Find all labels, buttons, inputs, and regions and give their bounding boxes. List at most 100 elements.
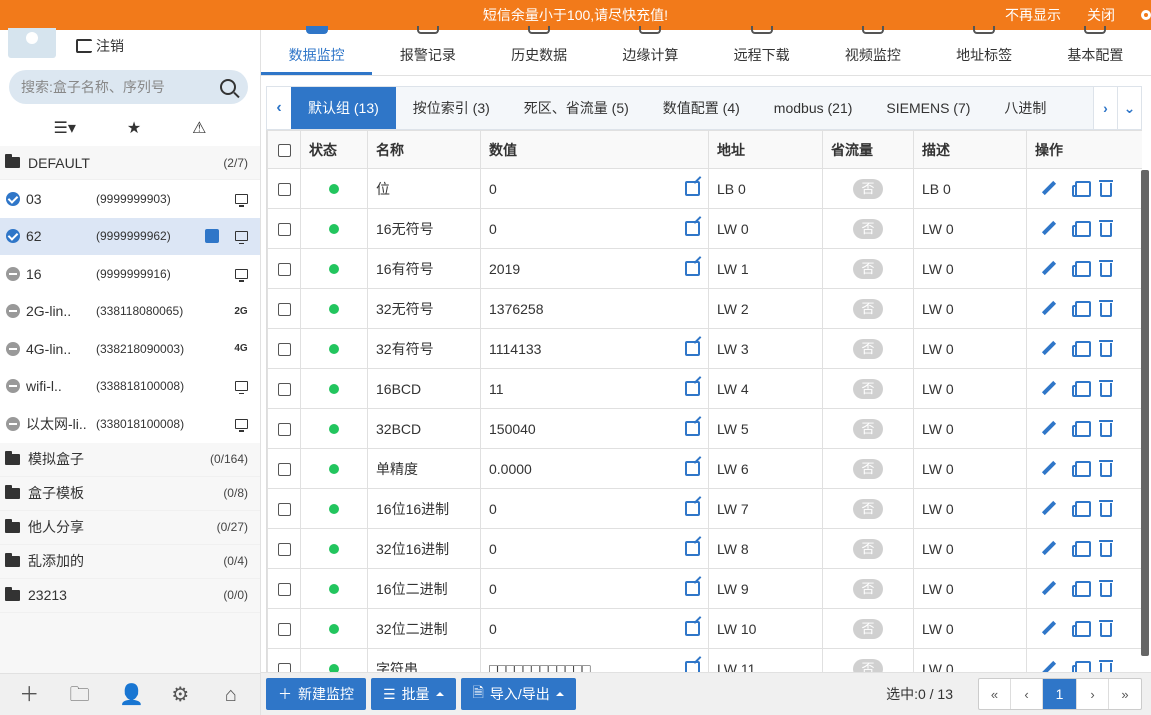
device-item[interactable]: 2G-lin.. (338118080065) 2G: [0, 292, 260, 330]
table-row[interactable]: 16无符号 0 LW 0 否 LW 0: [267, 208, 1142, 249]
edit-value-icon[interactable]: [685, 341, 700, 356]
group-item[interactable]: 模拟盒子 (0/164): [0, 442, 260, 477]
copy-icon[interactable]: [1072, 260, 1091, 277]
copy-icon[interactable]: [1072, 300, 1091, 317]
edit-value-icon[interactable]: [685, 621, 700, 636]
avatar[interactable]: [8, 28, 56, 58]
table-row[interactable]: 16位二进制 0 LW 9 否 LW 0: [267, 568, 1142, 609]
edit-value-icon[interactable]: [685, 581, 700, 596]
add-icon[interactable]: ＋: [18, 684, 40, 706]
new-monitor-button[interactable]: ＋ 新建监控: [266, 678, 366, 710]
edit-icon[interactable]: [1041, 501, 1056, 516]
row-checkbox[interactable]: [277, 503, 291, 517]
tab-scroll-right-icon[interactable]: ›: [1093, 87, 1117, 129]
star-filter-icon[interactable]: ★: [127, 118, 141, 138]
delete-icon[interactable]: [1099, 460, 1113, 477]
delete-icon[interactable]: [1099, 580, 1113, 597]
row-checkbox[interactable]: [277, 543, 291, 557]
delete-icon[interactable]: [1099, 340, 1113, 357]
edit-icon[interactable]: [1041, 581, 1056, 596]
table-row[interactable]: 32位二进制 0 LW 10 否 LW 0: [267, 608, 1142, 649]
edit-value-icon[interactable]: [685, 541, 700, 556]
gear-icon[interactable]: [1141, 10, 1151, 20]
group-tab[interactable]: SIEMENS (7): [869, 87, 987, 129]
table-scrollbar[interactable]: [1141, 170, 1149, 656]
group-tab[interactable]: 八进制: [987, 87, 1063, 129]
edit-icon[interactable]: [1041, 621, 1056, 636]
device-item[interactable]: wifi-l.. (338818100008): [0, 367, 260, 405]
delete-icon[interactable]: [1099, 260, 1113, 277]
table-row[interactable]: 位 0 LB 0 否 LB 0: [267, 168, 1142, 209]
top-tab[interactable]: 视频监控: [817, 26, 928, 75]
table-row[interactable]: 32有符号 1114133 LW 3 否 LW 0: [267, 328, 1142, 369]
delete-icon[interactable]: [1099, 620, 1113, 637]
edit-icon[interactable]: [1041, 181, 1056, 196]
settings-icon[interactable]: ⚙: [169, 684, 191, 706]
top-tab[interactable]: 远程下载: [706, 26, 817, 75]
delete-icon[interactable]: [1099, 380, 1113, 397]
row-checkbox[interactable]: [277, 303, 291, 317]
top-tab[interactable]: 基本配置: [1040, 26, 1151, 75]
notice-dismiss-link[interactable]: 不再显示: [1005, 5, 1061, 25]
edit-icon[interactable]: [1041, 421, 1056, 436]
top-tab[interactable]: 地址标签: [929, 26, 1040, 75]
copy-icon[interactable]: [1072, 180, 1091, 197]
device-item[interactable]: 以太网-li.. (338018100008): [0, 405, 260, 443]
edit-icon[interactable]: [1041, 261, 1056, 276]
table-row[interactable]: 32无符号 1376258 LW 2 否 LW 0: [267, 288, 1142, 329]
row-checkbox[interactable]: [277, 223, 291, 237]
device-item[interactable]: 16 (9999999916): [0, 255, 260, 293]
logout-button[interactable]: 注销: [76, 36, 124, 56]
edit-value-icon[interactable]: [685, 421, 700, 436]
next-page-button[interactable]: ›: [1077, 679, 1109, 709]
edit-icon[interactable]: [1041, 381, 1056, 396]
edit-value-icon[interactable]: [685, 261, 700, 276]
table-row[interactable]: 32位16进制 0 LW 8 否 LW 0: [267, 528, 1142, 569]
device-item[interactable]: 62 (9999999962): [0, 217, 260, 255]
copy-icon[interactable]: [1072, 500, 1091, 517]
edit-value-icon[interactable]: [685, 181, 700, 196]
edit-icon[interactable]: [1041, 341, 1056, 356]
copy-icon[interactable]: [1072, 620, 1091, 637]
group-item[interactable]: 盒子模板 (0/8): [0, 476, 260, 511]
group-default[interactable]: DEFAULT (2/7): [0, 146, 260, 180]
top-tab[interactable]: 边缘计算: [595, 26, 706, 75]
edit-value-icon[interactable]: [685, 461, 700, 476]
chevron-down-icon[interactable]: ⌄: [1117, 87, 1141, 129]
row-checkbox[interactable]: [277, 623, 291, 637]
copy-icon[interactable]: [1072, 660, 1091, 672]
delete-icon[interactable]: [1099, 300, 1113, 317]
group-tab[interactable]: 数值配置 (4): [646, 87, 757, 129]
row-checkbox[interactable]: [277, 583, 291, 597]
edit-value-icon[interactable]: [685, 661, 700, 672]
edit-icon[interactable]: [1041, 661, 1056, 672]
edit-value-icon[interactable]: [685, 381, 700, 396]
group-tab[interactable]: 按位索引 (3): [396, 87, 507, 129]
table-row[interactable]: 16有符号 2019 LW 1 否 LW 0: [267, 248, 1142, 289]
delete-icon[interactable]: [1099, 220, 1113, 237]
copy-icon[interactable]: [1072, 340, 1091, 357]
copy-icon[interactable]: [1072, 380, 1091, 397]
copy-icon[interactable]: [1072, 220, 1091, 237]
table-row[interactable]: 32BCD 150040 LW 5 否 LW 0: [267, 408, 1142, 449]
row-checkbox[interactable]: [277, 183, 291, 197]
select-all-checkbox[interactable]: [277, 144, 291, 158]
edit-value-icon[interactable]: [685, 221, 700, 236]
table-row[interactable]: 单精度 0.0000 LW 6 否 LW 0: [267, 448, 1142, 489]
copy-icon[interactable]: [1072, 580, 1091, 597]
group-tab[interactable]: modbus (21): [757, 87, 870, 129]
group-tab[interactable]: 死区、省流量 (5): [507, 87, 646, 129]
edit-value-icon[interactable]: [685, 501, 700, 516]
row-checkbox[interactable]: [277, 423, 291, 437]
search-input[interactable]: [21, 79, 220, 95]
row-checkbox[interactable]: [277, 463, 291, 477]
current-page-button[interactable]: 1: [1043, 679, 1077, 709]
warning-filter-icon[interactable]: ⚠: [192, 118, 206, 138]
row-checkbox[interactable]: [277, 343, 291, 357]
delete-icon[interactable]: [1099, 420, 1113, 437]
notice-close-link[interactable]: 关闭: [1087, 5, 1115, 25]
search-icon[interactable]: [220, 79, 236, 95]
top-tab[interactable]: 报警记录: [372, 26, 483, 75]
edit-icon[interactable]: [1041, 301, 1056, 316]
first-page-button[interactable]: «: [979, 679, 1011, 709]
